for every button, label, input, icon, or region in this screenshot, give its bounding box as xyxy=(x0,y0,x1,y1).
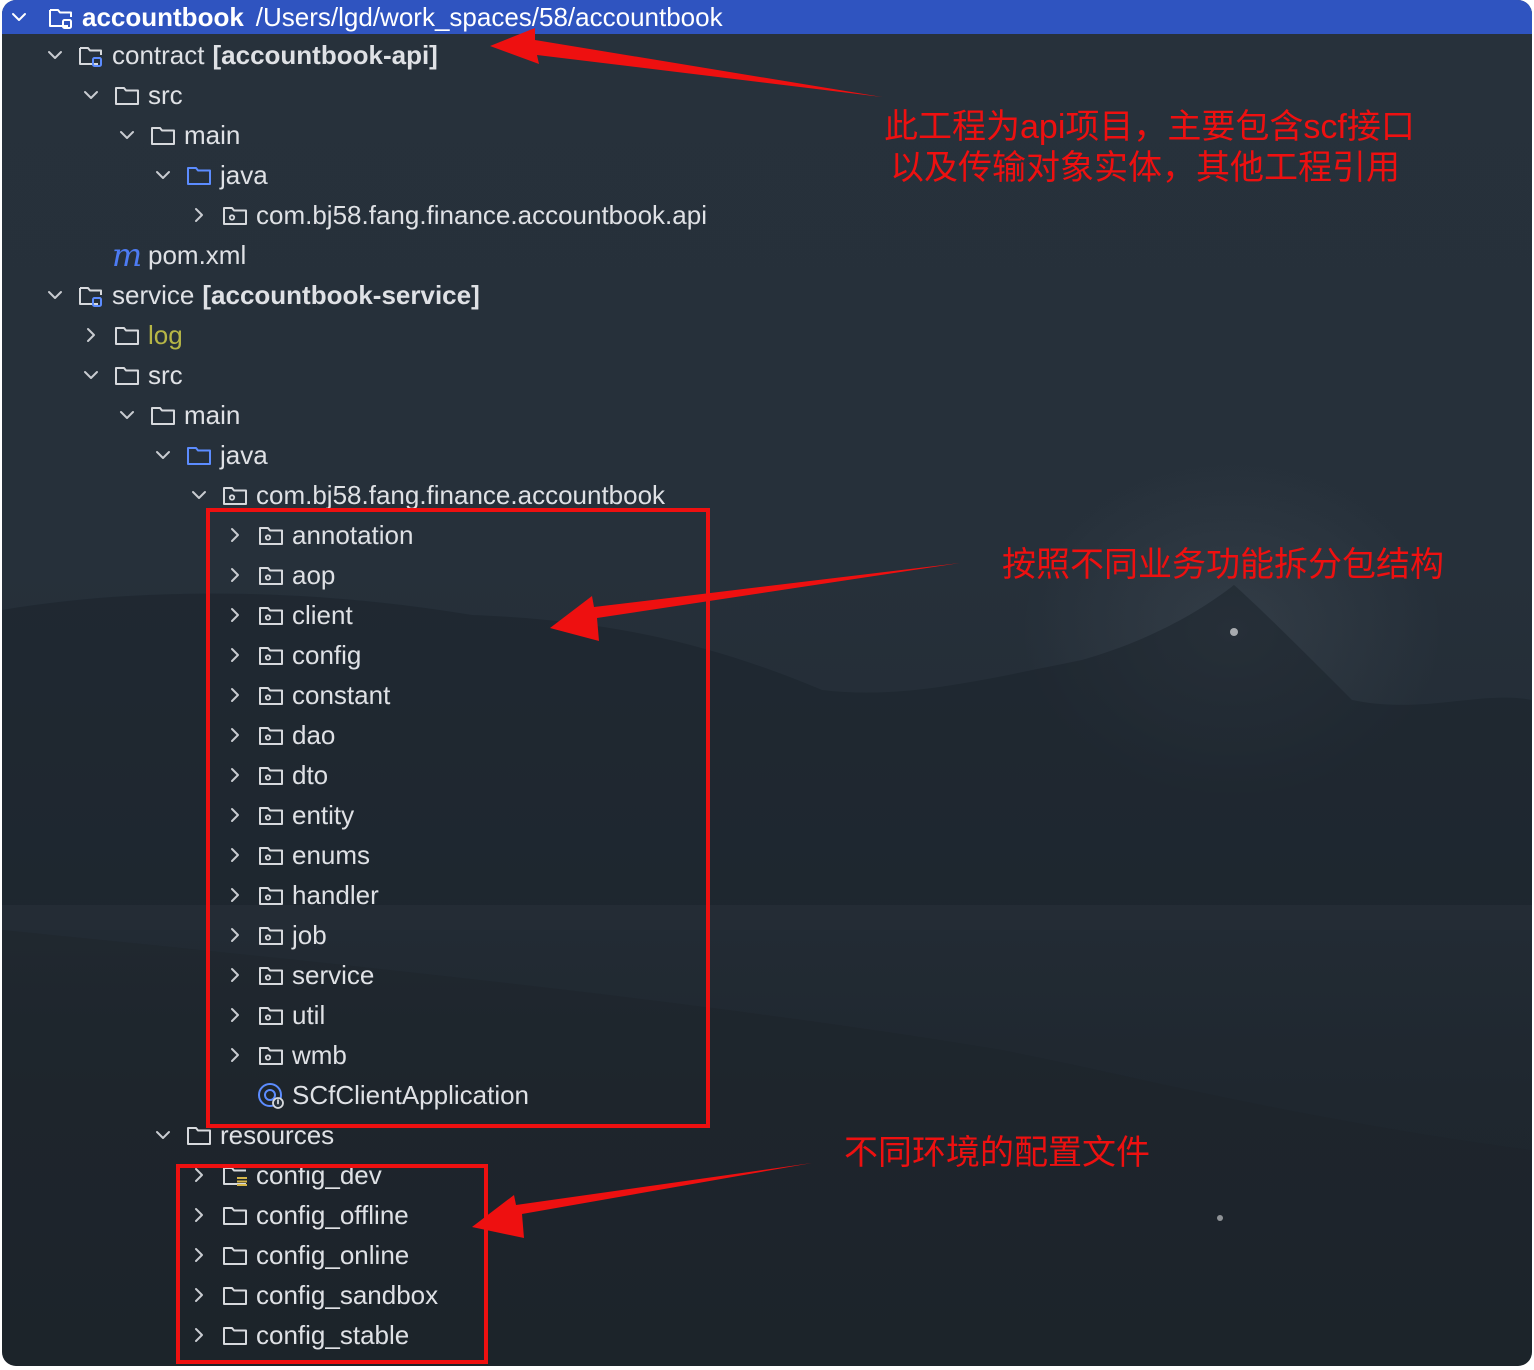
project-tool-window: accountbook /Users/lgd/work_spaces/58/ac… xyxy=(2,0,1532,1366)
arrow-to-packages xyxy=(550,563,960,641)
packages-note: 按照不同业务功能拆分包结构 xyxy=(1002,546,1444,584)
config-note: 不同环境的配置文件 xyxy=(844,1134,1150,1172)
arrow-to-contract-module xyxy=(490,28,882,97)
api-module-note-line1: 此工程为api项目，主要包含scf接口 xyxy=(884,108,1415,146)
annotation-arrows xyxy=(472,28,960,1238)
arrow-to-configs xyxy=(472,1163,812,1238)
api-module-note-line2: 以及传输对象实体，其他工程引用 xyxy=(890,149,1400,187)
